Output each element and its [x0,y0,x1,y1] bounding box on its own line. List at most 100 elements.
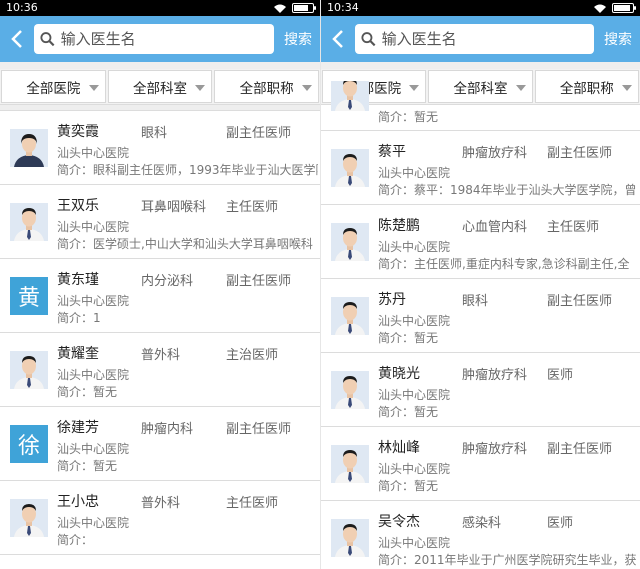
doctor-hospital: 汕头中心医院 [57,516,130,530]
status-time: 10:34 [327,1,359,14]
avatar [10,351,48,389]
list-item[interactable]: 陈楚鹏 心血管内科 主任医师 汕头中心医院 简介：主任医师,重症内科专家,急诊科副主任,… [321,205,640,279]
wifi-icon [274,4,286,13]
doctor-hospital: 汕头中心医院 [378,314,451,328]
doctor-intro: 简介：暂无 [378,405,439,419]
avatar [331,519,369,557]
screen-left: 10:36 搜索 全部医院 全部科室 全部职称 黄奕霞眼科副 [0,0,320,569]
doctor-intro: 简介：1 [57,311,101,325]
list-item[interactable]: 王小忠 普外科 主任医师 汕头中心医院 简介： [0,481,320,555]
doctor-hospital: 汕头中心医院 [57,368,130,382]
doctor-hospital: 汕头中心医院 [378,240,451,254]
list-item[interactable]: 王双乐 耳鼻咽喉科 主任医师汕头中心医院简介：医学硕士,中山大学和汕头大学耳鼻咽喉科 [0,185,320,259]
header-bar: 搜索 [0,16,320,62]
doctor-intro: 简介：暂无 [378,110,439,124]
filter-department[interactable]: 全部科室 [107,70,213,103]
doctor-list: 黄奕霞 眼科 副主任医师 汕头中心医院 简介：眼科副主任医师，1993年毕业于汕大医学院… [0,111,320,555]
doctor-department: 感染科 [462,516,502,531]
list-item[interactable]: 黄黄东瑾 内分泌科 副主任医师 汕头中心医院 简介：1 [0,259,320,333]
list-item[interactable]: 徐徐建芳 肿瘤内科 副主任医师 汕头中心医院 简介：暂无 [0,407,320,481]
doctor-intro: 简介： [57,533,94,547]
status-bar: 10:36 [0,0,320,16]
doctor-department: 耳鼻咽喉科 [141,200,207,215]
avatar [10,203,48,241]
doctor-hospital: 汕头中心医院 [57,220,130,234]
doctor-name: 苏丹 [378,292,406,308]
doctor-intro: 简介：暂无 [378,331,439,345]
avatar [331,371,369,409]
doctor-hospital: 汕头中心医院 [57,146,130,160]
search-box[interactable] [355,24,594,54]
chevron-left-icon [11,30,22,48]
doctor-title: 主治医师 [226,348,279,363]
doctor-hospital: 汕头中心医院 [378,536,451,550]
doctor-intro: 简介：暂无 [57,385,118,399]
list-item[interactable]: 林灿峰 肿瘤放疗科 副主任医师 汕头中心医院 简介：暂无 [321,427,640,501]
doctor-title: 医师 [547,368,574,383]
doctor-department: 肿瘤放疗科 [462,442,528,457]
list-item[interactable]: 蔡平 肿瘤放疗科 副主任医师汕头中心医院简介：蔡平：1984年毕业于汕头大学医学院，… [321,131,640,205]
dropdown-arrow-icon [302,85,313,91]
doctor-title: 副主任医师 [547,146,613,161]
doctor-department: 肿瘤内科 [141,422,194,437]
header-bar: 搜索 [321,16,640,62]
doctor-title: 副主任医师 [226,126,292,141]
doctor-name: 陈楚鹏 [378,218,420,234]
back-button[interactable] [327,24,349,54]
avatar [10,499,48,537]
list-item[interactable]: 黄耀奎 普外科 主治医师汕头中心医院 简介：暂无 [0,333,320,407]
filter-title[interactable]: 全部职称 [534,70,639,103]
list-item[interactable]: 黄奕霞 眼科 副主任医师 汕头中心医院 简介：眼科副主任医师，1993年毕业于汕大医学院… [0,111,320,185]
doctor-hospital: 汕头中心医院 [57,294,130,308]
doctor-department: 普外科 [141,348,181,363]
dropdown-arrow-icon [621,85,632,91]
doctor-intro: 简介：眼科副主任医师，1993年毕业于汕大医学院， [57,163,318,177]
doctor-name: 黄耀奎 [57,346,99,362]
list-item-partial[interactable]: 简介：暂无 [321,81,640,131]
list-item[interactable]: 苏丹 眼科 副主任医师汕头中心医院 简介：暂无 [321,279,640,353]
search-button[interactable]: 搜索 [600,29,636,49]
doctor-name: 蔡平 [378,144,406,160]
wifi-icon [594,4,606,13]
filter-bar: 全部医院 全部科室 全部职称 [0,69,320,105]
doctor-hospital: 汕头中心医院 [57,442,130,456]
avatar [331,149,369,187]
doctor-title: 副主任医师 [547,294,613,309]
search-input[interactable] [60,30,274,48]
doctor-title: 主任医师 [226,200,279,215]
list-item[interactable]: 吴令杰 感染科 医师 汕头中心医院 简介：2011年毕业于广州医学院研究生毕业，获 [321,501,640,569]
filter-department[interactable]: 全部科室 [428,70,533,103]
doctor-hospital: 汕头中心医院 [378,462,451,476]
doctor-title: 副主任医师 [547,442,613,457]
back-button[interactable] [6,24,28,54]
doctor-department: 肿瘤放疗科 [462,368,528,383]
app-root: 10:36 搜索 全部医院 全部科室 全部职称 黄奕霞眼科副 [0,0,640,569]
doctor-intro: 简介：医学硕士,中山大学和汕头大学耳鼻咽喉科 [57,237,313,251]
doctor-title: 副主任医师 [226,274,292,289]
search-input[interactable] [381,30,594,48]
search-box[interactable] [34,24,274,54]
doctor-department: 眼科 [462,294,489,309]
doctor-title: 主任医师 [226,496,279,511]
filter-title[interactable]: 全部职称 [214,70,320,103]
filter-hospital[interactable]: 全部医院 [1,70,106,103]
screen-right: 10:34 搜索 全部医院 全部科室 全部职称 [320,0,640,569]
doctor-title: 医师 [547,516,574,531]
search-button[interactable]: 搜索 [280,29,316,49]
status-bar: 10:34 [321,0,640,16]
doctor-name: 王小忠 [57,494,99,510]
dropdown-arrow-icon [195,85,206,91]
doctor-intro: 简介：2011年毕业于广州医学院研究生毕业，获 [378,553,637,567]
search-icon [40,32,55,47]
dropdown-arrow-icon [88,85,99,91]
doctor-hospital: 汕头中心医院 [378,166,451,180]
doctor-intro: 简介：蔡平：1984年毕业于汕头大学医学院，曾 [378,183,637,197]
doctor-name: 王双乐 [57,198,99,214]
avatar: 徐 [10,425,48,463]
avatar [331,81,369,111]
doctor-department: 肿瘤放疗科 [462,146,528,161]
list-item[interactable]: 黄晓光 肿瘤放疗科 医师 汕头中心医院 简介：暂无 [321,353,640,427]
doctor-department: 眼科 [141,126,168,141]
avatar [331,297,369,335]
doctor-name: 林灿峰 [378,440,420,456]
